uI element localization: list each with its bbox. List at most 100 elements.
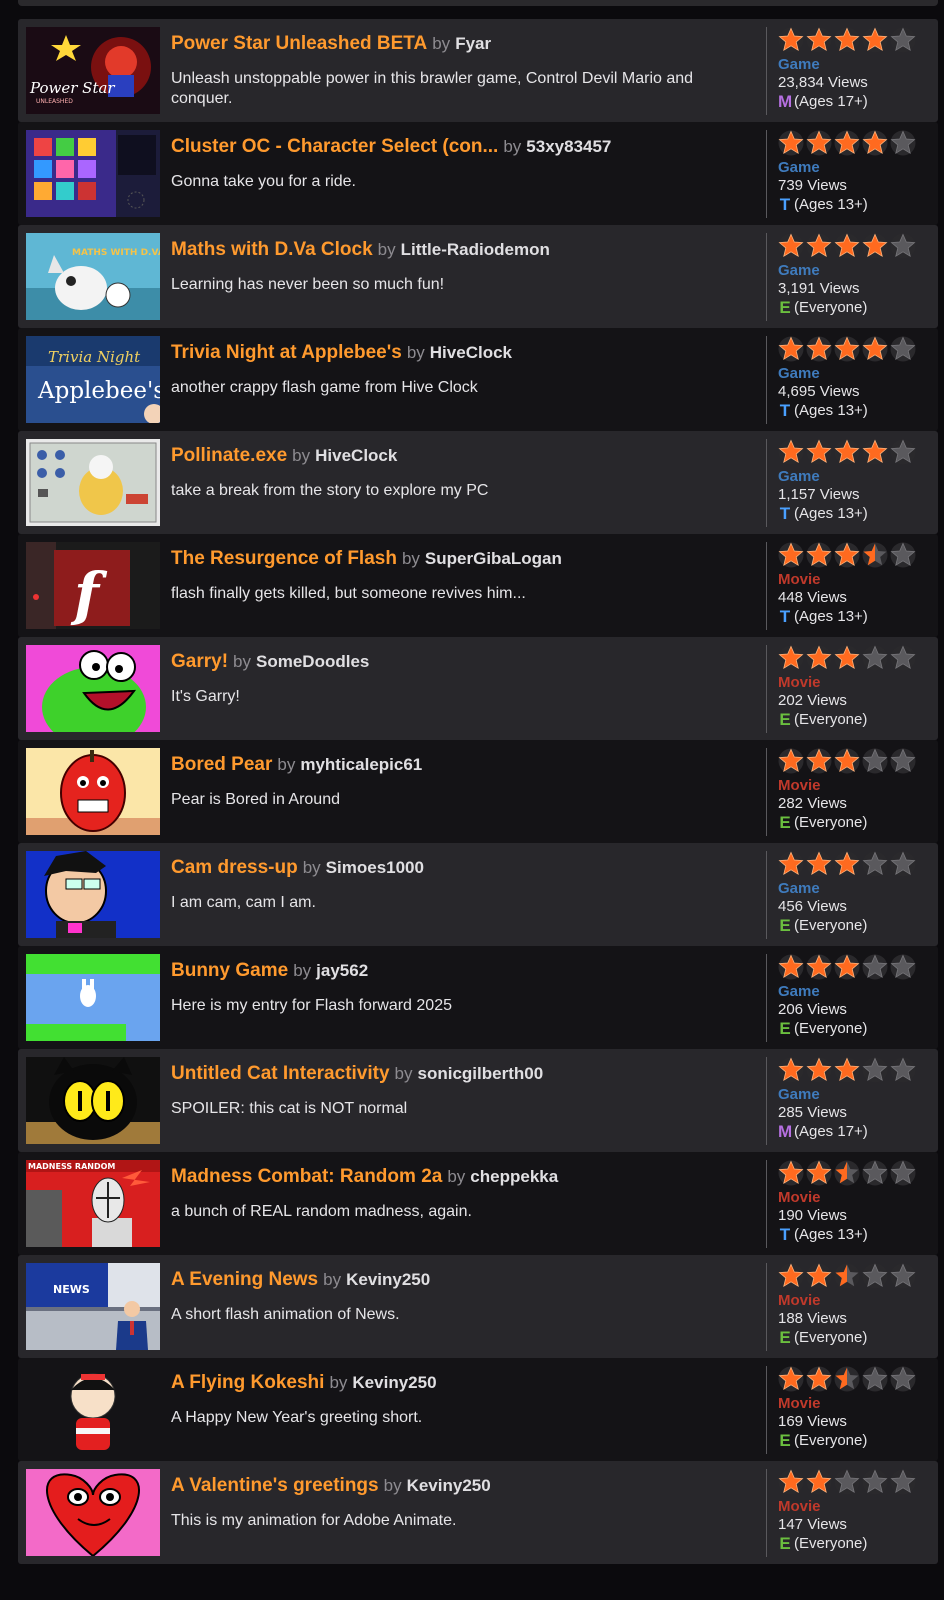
submission-type: Game [778, 365, 820, 382]
submission-title-link[interactable]: Madness Combat: Random 2a [171, 1166, 442, 1187]
by-label: by [383, 1476, 402, 1495]
star-icon [834, 1469, 860, 1495]
author-link[interactable]: SuperGibaLogan [425, 549, 562, 568]
submission-title-link[interactable]: Maths with D.Va Clock [171, 239, 373, 260]
star-icon [778, 1469, 804, 1495]
submission-type: Game [778, 262, 820, 279]
rating-icon: E [779, 710, 791, 729]
by-label: by [401, 549, 420, 568]
star-icon [890, 748, 916, 774]
submission-title-link[interactable]: Pollinate.exe [171, 445, 287, 466]
thumbnail-image[interactable]: MADNESS RANDOM [26, 1160, 160, 1247]
submission-stats: Game 285 Views M (Ages 17+) [766, 1057, 934, 1145]
submission-description: a bunch of REAL random madness, again. [171, 1203, 472, 1220]
by-label: by [432, 34, 451, 53]
thumbnail-image[interactable]: f [26, 542, 160, 629]
content-rating: T (Ages 13+) [778, 504, 934, 523]
author-link[interactable]: Keviny250 [352, 1373, 436, 1392]
star-rating [778, 1160, 934, 1186]
author-link[interactable]: HiveClock [430, 343, 512, 362]
submission-type: Game [778, 1086, 820, 1103]
by-label: by [233, 652, 251, 671]
thumbnail-image[interactable] [26, 645, 160, 732]
submission-row[interactable]: Bunny Game by jay562 Here is my entry for … [18, 946, 938, 1049]
submission-title-link[interactable]: Cluster OC - Character Select (con... [171, 136, 498, 157]
submission-row[interactable]: A Valentine's greetings by Keviny250 This … [18, 1461, 938, 1564]
rating-icon: M [778, 92, 793, 111]
author-link[interactable]: cheppekka [470, 1167, 558, 1186]
rating-icon: T [779, 401, 791, 420]
submission-title-link[interactable]: A Evening News [171, 1269, 318, 1290]
submission-row[interactable]: f The Resurgence of Flash by SuperGibaLoga… [18, 534, 938, 637]
author-link[interactable]: Keviny250 [407, 1476, 491, 1495]
submission-title-link[interactable]: The Resurgence of Flash [171, 548, 397, 569]
content-rating: E (Everyone) [778, 710, 934, 729]
content-rating: E (Everyone) [778, 813, 934, 832]
author-link[interactable]: HiveClock [315, 446, 397, 465]
thumbnail-image[interactable] [26, 130, 160, 217]
author-link[interactable]: Little-Radiodemon [401, 240, 550, 259]
submission-title-link[interactable]: Bored Pear [171, 754, 272, 775]
submission-row[interactable]: Trivia Night Applebee's Trivia Night at … [18, 328, 938, 431]
thumbnail-image[interactable]: MATHS WITH D.VA CLOCK [26, 233, 160, 320]
star-icon [862, 1160, 888, 1186]
star-icon [834, 748, 860, 774]
thumbnail-image[interactable] [26, 954, 160, 1041]
svg-text:Trivia Night: Trivia Night [48, 348, 141, 366]
submission-row[interactable]: MATHS WITH D.VA CLOCK Maths with D.Va Cl… [18, 225, 938, 328]
submission-title-link[interactable]: Garry! [171, 651, 228, 672]
rating-label: (Everyone) [794, 1329, 868, 1346]
thumbnail-image[interactable] [26, 439, 160, 526]
submission-row[interactable]: Cam dress-up by Simoes1000 I am cam, cam I… [18, 843, 938, 946]
submission-description: Pear is Bored in Around [171, 791, 340, 808]
submission-row[interactable]: NEWS A Evening News by Keviny250 A short f… [18, 1255, 938, 1358]
thumbnail-image[interactable] [26, 1469, 160, 1556]
thumbnail-image[interactable]: Trivia Night Applebee's [26, 336, 160, 423]
author-link[interactable]: sonicgilberth00 [418, 1064, 544, 1083]
thumbnail-image[interactable] [26, 851, 160, 938]
submission-stats: Movie 169 Views E (Everyone) [766, 1366, 934, 1454]
submission-row[interactable]: A Flying Kokeshi by Keviny250 A Happy New … [18, 1358, 938, 1461]
author-link[interactable]: Simoes1000 [326, 858, 424, 877]
submission-row[interactable]: Bored Pear by myhticalepic61 Pear is Bored… [18, 740, 938, 843]
submission-row[interactable]: Cluster OC - Character Select (con... by 5… [18, 122, 938, 225]
thumbnail-image[interactable] [26, 1366, 160, 1453]
star-icon [806, 1469, 832, 1495]
content-list-page: Power Star UNLEASHED Power Star Unleashe… [0, 0, 944, 1600]
submission-title-link[interactable]: Trivia Night at Applebee's [171, 342, 402, 363]
submission-title-link[interactable]: Power Star Unleashed BETA [171, 33, 427, 54]
rating-label: (Ages 13+) [794, 196, 868, 213]
thumbnail-image[interactable] [26, 1057, 160, 1144]
author-link[interactable]: Keviny250 [346, 1270, 430, 1289]
submission-stats: Game 739 Views T (Ages 13+) [766, 130, 934, 218]
submission-row[interactable]: Pollinate.exe by HiveClock take a break fr… [18, 431, 938, 534]
submission-title-link[interactable]: A Flying Kokeshi [171, 1372, 324, 1393]
author-link[interactable]: Fyar [455, 34, 491, 53]
author-link[interactable]: jay562 [316, 961, 368, 980]
author-link[interactable]: myhticalepic61 [300, 755, 422, 774]
author-link[interactable]: SomeDoodles [256, 652, 369, 671]
view-count: 147 Views [778, 1516, 847, 1533]
thumbnail-image[interactable] [26, 748, 160, 835]
submission-title-link[interactable]: Bunny Game [171, 960, 288, 981]
previous-row-edge [18, 0, 938, 6]
submission-row[interactable]: Garry! by SomeDoodles It's Garry! Movie 20… [18, 637, 938, 740]
submission-title-link[interactable]: A Valentine's greetings [171, 1475, 379, 1496]
star-icon [806, 1366, 832, 1392]
submission-row[interactable]: MADNESS RANDOM Madness Combat: Random 2a… [18, 1152, 938, 1255]
star-icon [862, 954, 888, 980]
submission-row[interactable]: Untitled Cat Interactivity by sonicgilbert… [18, 1049, 938, 1152]
star-icon [834, 336, 860, 362]
thumbnail-image[interactable]: Power Star UNLEASHED [26, 27, 160, 114]
star-icon [806, 748, 832, 774]
submission-row[interactable]: Power Star UNLEASHED Power Star Unleashe… [18, 19, 938, 122]
star-rating [778, 851, 934, 877]
submission-title-link[interactable]: Cam dress-up [171, 857, 298, 878]
rating-label: (Ages 13+) [794, 608, 868, 625]
author-link[interactable]: 53xy83457 [526, 137, 611, 156]
thumbnail-image[interactable]: NEWS [26, 1263, 160, 1350]
svg-text:MADNESS RANDOM: MADNESS RANDOM [28, 1162, 115, 1171]
submission-title-link[interactable]: Untitled Cat Interactivity [171, 1063, 390, 1084]
star-icon [890, 1057, 916, 1083]
by-label: by [293, 961, 312, 980]
